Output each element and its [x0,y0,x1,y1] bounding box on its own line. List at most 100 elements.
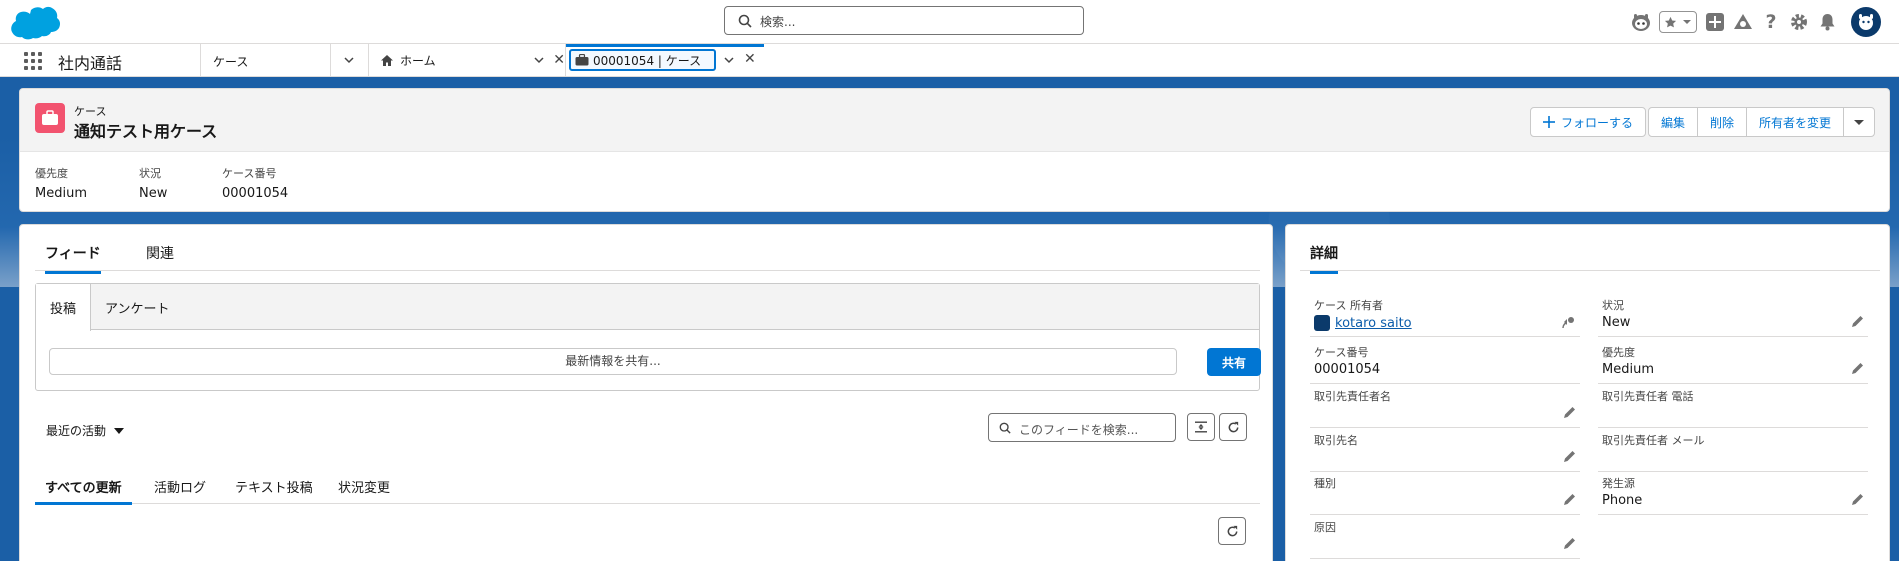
feed-search-input[interactable]: このフィードを検索... [988,413,1176,442]
record-header-top: ケース 通知テスト用ケース フォローする 編集 削除 所有者を変更 [20,89,1889,152]
edit-pencil-icon[interactable] [1851,315,1864,328]
owner-link[interactable]: kotaro saito [1335,316,1412,331]
feed-tabs: フィード 関連 [35,241,1260,274]
edit-button[interactable]: 編集 [1647,107,1698,137]
tab-home[interactable]: ホーム ✕ [377,44,565,76]
feed-search-placeholder: このフィードを検索... [1019,423,1139,437]
tab-related[interactable]: 関連 [146,243,174,271]
home-icon [381,54,393,66]
field-value: New [1602,315,1631,330]
highlight-value: Medium [35,186,87,201]
notification-bell-icon[interactable] [1813,8,1841,36]
record-header: ケース 通知テスト用ケース フォローする 編集 削除 所有者を変更 優先度 Me… [19,88,1890,212]
search-icon [738,14,752,28]
publisher-tabs: 投稿 アンケート [36,284,1259,331]
field-label: 取引先責任者 電話 [1602,390,1694,403]
field-value: 00001054 [1314,362,1381,377]
field-case-owner: ケース 所有者 kotaro saito [1310,297,1580,337]
favorites-button[interactable] [1659,11,1697,33]
edit-pencil-icon[interactable] [1563,450,1576,463]
change-owner-button[interactable]: 所有者を変更 [1745,107,1844,137]
global-actions: ? [1627,7,1881,37]
detail-card: 詳細 ケース 所有者 kotaro saito 状況 New ケース番号 000… [1285,224,1890,561]
field-label: 状況 [1602,299,1624,312]
edit-pencil-icon[interactable] [1563,493,1576,506]
field-label: 優先度 [1602,346,1635,359]
follow-button[interactable]: フォローする [1529,107,1646,137]
change-owner-icon[interactable] [1562,315,1576,329]
edit-pencil-icon[interactable] [1851,493,1864,506]
sort-dropdown[interactable]: 最近の活動 [46,422,125,439]
refresh-icon [1227,525,1237,536]
global-search-input[interactable]: 検索... [724,6,1084,35]
filter-tab-all-updates[interactable]: すべての更新 [35,477,132,505]
field-reason: 原因 [1310,519,1580,559]
refresh-icon [1228,421,1238,432]
chevron-down-icon [1683,20,1691,24]
favorites-star-icon [1664,16,1677,27]
collapse-button[interactable] [1187,413,1215,441]
tab-label: ホーム [400,53,436,68]
field-type: 種別 [1310,475,1580,515]
sort-label: 最近の活動 [46,424,107,438]
filter-tab-activity-log[interactable]: 活動ログ [154,477,206,502]
briefcase-icon [42,110,58,125]
chevron-down-icon[interactable] [533,54,545,66]
filter-tab-status-changes[interactable]: 状況変更 [338,477,390,502]
filter-tab-text-posts[interactable]: テキスト投稿 [235,477,313,502]
more-actions-button[interactable] [1843,107,1875,137]
highlight-case-number: ケース番号 00001054 [222,165,288,201]
feed-filter-tabs: すべての更新 活動ログ テキスト投稿 状況変更 [35,473,1260,505]
share-button[interactable]: 共有 [1207,348,1261,376]
astro-icon[interactable] [1627,8,1655,36]
tab-details[interactable]: 詳細 [1310,243,1338,274]
tab-case-00001054[interactable]: 00001054 | ケース ✕ [566,44,764,76]
briefcase-icon [575,54,589,66]
refresh-feed-button[interactable] [1218,517,1246,545]
record-type-label: ケース [74,105,107,118]
publisher-tab-survey[interactable]: アンケート [91,284,183,330]
record-title: 通知テスト用ケース [74,122,218,141]
field-value: Medium [1602,362,1654,377]
edit-pencil-icon[interactable] [1563,406,1576,419]
chevron-down-icon [114,427,125,434]
chevron-down-icon[interactable] [343,54,355,66]
follow-button-label: フォローする [1560,115,1633,130]
field-priority: 優先度 Medium [1598,344,1868,384]
close-icon[interactable]: ✕ [744,51,756,67]
add-icon[interactable] [1701,8,1729,36]
active-tab-label-box[interactable]: 00001054 | ケース [569,49,716,71]
setup-gear-icon[interactable] [1785,8,1813,36]
search-icon [999,422,1011,434]
tab-feed[interactable]: フィード [45,243,101,274]
edit-pencil-icon[interactable] [1563,537,1576,550]
field-label: 発生源 [1602,477,1635,490]
refresh-button[interactable] [1219,413,1247,441]
tab-label: 00001054 | ケース [593,53,702,68]
highlight-label: ケース番号 [222,167,277,180]
publisher-tab-post[interactable]: 投稿 [36,284,92,331]
edit-pencil-icon[interactable] [1851,362,1864,375]
nav-object-item[interactable]: ケース [213,53,248,70]
highlight-label: 優先度 [35,167,68,180]
delete-button[interactable]: 削除 [1696,107,1747,137]
field-status: 状況 New [1598,297,1868,337]
field-contact-email: 取引先責任者 メール [1598,432,1868,472]
highlight-value: New [139,186,168,201]
trailhead-icon[interactable] [1729,8,1757,36]
field-origin: 発生源 Phone [1598,475,1868,515]
help-icon[interactable]: ? [1757,8,1785,36]
close-icon[interactable]: ✕ [553,52,565,68]
chevron-down-icon [1854,120,1864,125]
app-launcher-icon[interactable] [24,52,42,70]
field-contact-phone: 取引先責任者 電話 [1598,388,1868,428]
highlight-status: 状況 New [139,165,167,201]
field-value: kotaro saito [1314,315,1412,331]
search-placeholder: 検索... [760,15,796,29]
share-update-input[interactable]: 最新情報を共有... [49,348,1177,375]
field-label: 取引先責任者 メール [1602,434,1705,447]
salesforce-logo[interactable] [10,4,62,40]
highlight-priority: 優先度 Medium [35,165,87,201]
chevron-down-icon[interactable] [723,54,735,66]
user-avatar[interactable] [1851,7,1881,37]
